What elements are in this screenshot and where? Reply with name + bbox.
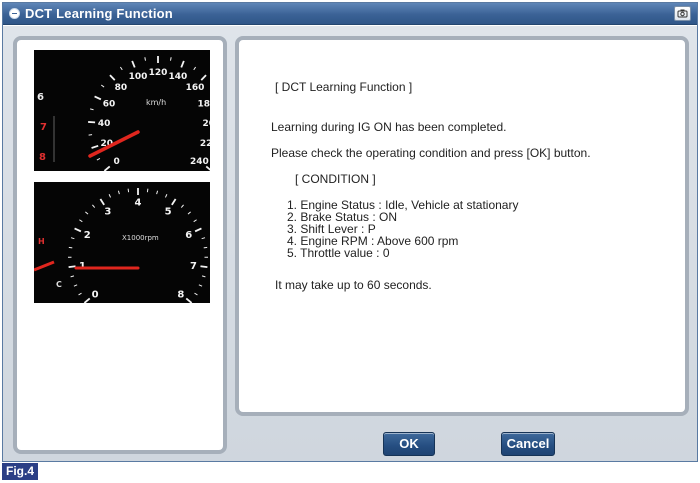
message-line-1: Learning during IG ON has been completed… [271,120,507,134]
dial-tick [131,60,136,68]
dial-tick [92,204,96,208]
dial-tick [94,95,102,101]
dial-tick [198,284,203,287]
temp-label-c: C [56,280,62,289]
dial-scale-label: 100 [129,72,148,82]
dialog-window: DCT Learning Function 0 20 40 60 80 100 120 140… [2,2,698,462]
dial-tick [205,165,210,171]
dial-tick [85,211,89,215]
neighbor-label-7: 7 [40,122,47,133]
cancel-button[interactable]: Cancel [501,432,555,456]
speedometer-needle [88,130,140,158]
dial-scale-label: 200 [203,119,210,129]
dial-tick [108,194,112,198]
dial-scale-label: 120 [149,68,168,78]
dial-tick [201,237,206,240]
tachometer-scale: 0 1 2 3 4 5 6 7 8 [79,198,197,301]
dial-scale-label: 2 [84,230,91,241]
dial-tick [83,297,91,303]
message-note: It may take up to 60 seconds. [275,278,432,292]
condition-heading: [ CONDITION ] [295,172,376,186]
dial-tick [91,144,99,149]
window-icon [9,8,20,19]
dial-tick [194,292,198,296]
title-bar: DCT Learning Function [3,3,697,25]
dial-tick [99,198,105,206]
dial-tick [73,284,78,287]
speedometer-unit: km/h [146,98,166,107]
dial-tick [171,198,177,206]
dial-scale-label: 180 [198,99,210,109]
dial-tick [203,246,208,249]
dial-tick [68,246,73,249]
window-title: DCT Learning Function [25,6,173,21]
dial-scale-label: 40 [98,119,111,129]
condition-item: 5. Throttle value : 0 [287,246,390,260]
dial-scale-label: 240 [190,157,209,167]
dial-tick [70,237,75,240]
dial-scale-label: 7 [190,261,197,272]
dial-scale-label: 60 [103,99,116,109]
camera-icon[interactable] [674,6,691,21]
dial-tick [156,190,159,195]
tachometer-image: 0 1 2 3 4 5 6 7 8 X1000rpm H C [34,182,210,303]
dial-tick [96,157,101,161]
temperature-needle [34,260,55,272]
dial-tick [90,108,94,111]
dial-tick [187,211,191,215]
dial-tick [170,57,172,61]
message-heading: [ DCT Learning Function ] [275,80,413,94]
dial-tick [109,74,116,81]
dial-tick [200,74,207,81]
tachometer-unit: X1000rpm [122,234,159,242]
dial-scale-label: 8 [177,289,184,300]
dial-tick [78,292,82,296]
gauge-panel: 020406080100120140160180200220240 km/h 6… [13,36,227,454]
dial-scale-label: 1 [79,261,86,272]
temp-label-h: H [38,237,45,246]
dial-tick [117,190,120,195]
figure-label: Fig.4 [2,463,39,480]
dial-scale-label: 80 [115,83,128,93]
dial-scale-label: 0 [114,157,120,167]
message-panel: [ DCT Learning Function ] Learning durin… [235,36,689,416]
ok-button[interactable]: OK [383,432,435,456]
speedometer-scale: 020406080100120140160180200220240 [98,68,210,167]
dial-scale-label: 0 [92,289,99,300]
dial-tick [193,219,197,223]
dial-tick [201,275,206,278]
dial-tick [185,297,193,303]
dial-tick [200,265,208,269]
dial-scale-label: 220 [200,139,210,149]
message-line-2: Please check the operating condition and… [271,146,591,160]
dial-tick [74,227,82,233]
dial-scale-label: 5 [165,206,172,217]
dial-scale-label: 3 [104,206,111,217]
dial-tick [180,60,185,68]
dial-tick [70,275,75,278]
neighbor-label-6: 6 [37,92,44,103]
dial-tick [100,84,105,88]
speedometer-image: 020406080100120140160180200220240 km/h 6… [34,50,210,171]
dial-tick [79,219,83,223]
dial-tick [164,194,168,198]
dial-tick [119,66,123,71]
dial-tick [194,227,202,233]
dial-scale-label: 6 [185,230,192,241]
dial-tick [103,165,111,171]
dial-scale-label: 140 [169,72,188,82]
dial-tick [68,265,76,269]
dialog-content: 020406080100120140160180200220240 km/h 6… [3,26,697,461]
neighbor-label-8: 8 [39,152,46,163]
dial-tick [193,66,197,71]
dial-tick [144,57,146,61]
dial-scale-label: 4 [135,198,142,209]
dial-tick [180,204,184,208]
dial-scale-label: 160 [186,83,205,93]
